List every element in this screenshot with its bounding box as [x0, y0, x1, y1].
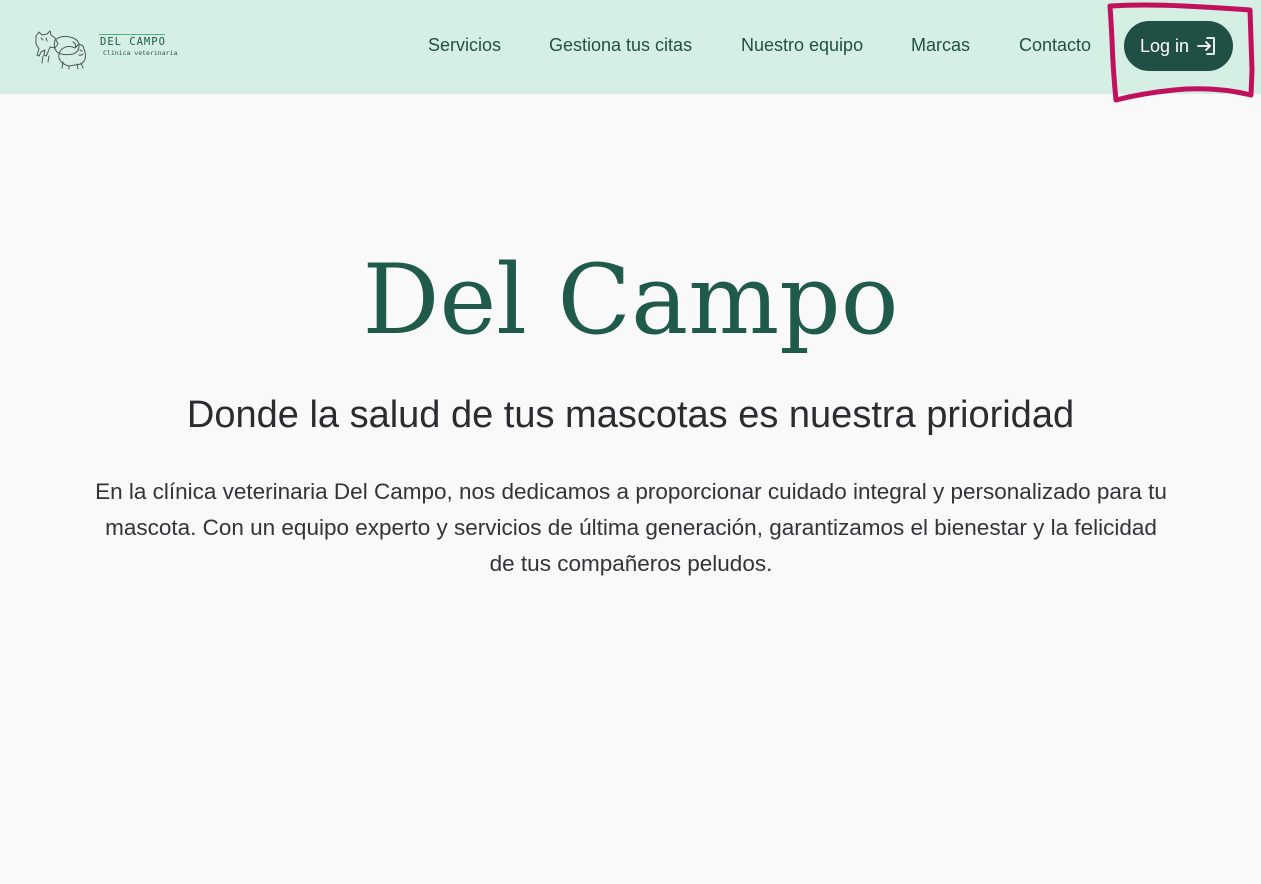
brand-tagline: Clínica veterinaria [103, 49, 178, 57]
brand-name: DEL CAMPO [100, 36, 166, 48]
nav-item-nuestro-equipo[interactable]: Nuestro equipo [741, 35, 863, 56]
login-arrow-icon [1197, 37, 1215, 55]
brand-logo[interactable]: DEL CAMPO Clínica veterinaria [33, 22, 177, 70]
hero-subtitle: Donde la salud de tus mascotas es nuestr… [186, 394, 1075, 436]
navbar: DEL CAMPO Clínica veterinaria Servicios … [0, 0, 1261, 94]
login-button-label: Log in [1140, 36, 1190, 56]
logo-divider [99, 34, 165, 35]
pets-illustration-icon [35, 30, 86, 70]
nav-item-servicios[interactable]: Servicios [428, 35, 501, 56]
hero-description: En la clínica veterinaria Del Campo, nos… [95, 479, 1167, 576]
hero-title: Del Campo [362, 244, 899, 356]
login-button[interactable]: Log in [1124, 21, 1233, 71]
nav-item-marcas[interactable]: Marcas [911, 35, 970, 56]
nav-item-gestiona-citas[interactable]: Gestiona tus citas [549, 35, 692, 56]
nav-item-contacto[interactable]: Contacto [1019, 35, 1091, 56]
